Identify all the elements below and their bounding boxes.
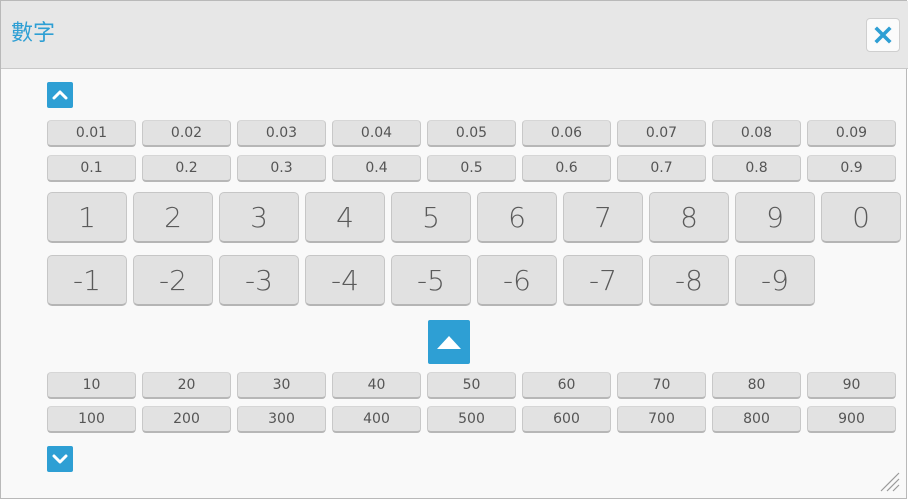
key-0.9[interactable]: 0.9 — [807, 155, 896, 182]
triangle-up-icon — [437, 336, 461, 349]
key-0.06[interactable]: 0.06 — [522, 120, 611, 147]
key-0.1[interactable]: 0.1 — [47, 155, 136, 182]
key-500[interactable]: 500 — [427, 406, 516, 433]
key-20[interactable]: 20 — [142, 372, 231, 399]
key-0.7[interactable]: 0.7 — [617, 155, 706, 182]
key-0.09[interactable]: 0.09 — [807, 120, 896, 147]
key-30[interactable]: 30 — [237, 372, 326, 399]
key-0.5[interactable]: 0.5 — [427, 155, 516, 182]
key-neg-5[interactable]: -5 — [391, 255, 471, 306]
scroll-up-button[interactable] — [47, 82, 73, 108]
hundreds-row: 100 200 300 400 500 600 700 800 900 — [47, 406, 902, 433]
key-neg-1[interactable]: -1 — [47, 255, 127, 306]
key-neg-7[interactable]: -7 — [563, 255, 643, 306]
key-0.04[interactable]: 0.04 — [332, 120, 421, 147]
close-button[interactable] — [866, 18, 900, 52]
key-0.02[interactable]: 0.02 — [142, 120, 231, 147]
key-90[interactable]: 90 — [807, 372, 896, 399]
key-7[interactable]: 7 — [563, 192, 643, 243]
key-0.6[interactable]: 0.6 — [522, 155, 611, 182]
key-1[interactable]: 1 — [47, 192, 127, 243]
key-0[interactable]: 0 — [821, 192, 901, 243]
key-400[interactable]: 400 — [332, 406, 421, 433]
key-0.07[interactable]: 0.07 — [617, 120, 706, 147]
title-bar[interactable]: 數字 — [1, 1, 908, 69]
expand-up-button[interactable] — [428, 320, 470, 364]
key-4[interactable]: 4 — [305, 192, 385, 243]
key-60[interactable]: 60 — [522, 372, 611, 399]
key-70[interactable]: 70 — [617, 372, 706, 399]
key-200[interactable]: 200 — [142, 406, 231, 433]
resize-grip-icon[interactable] — [875, 467, 901, 493]
key-0.2[interactable]: 0.2 — [142, 155, 231, 182]
key-0.4[interactable]: 0.4 — [332, 155, 421, 182]
key-700[interactable]: 700 — [617, 406, 706, 433]
key-800[interactable]: 800 — [712, 406, 801, 433]
tens-row: 10 20 30 40 50 60 70 80 90 — [47, 372, 902, 399]
key-3[interactable]: 3 — [219, 192, 299, 243]
key-0.8[interactable]: 0.8 — [712, 155, 801, 182]
key-300[interactable]: 300 — [237, 406, 326, 433]
key-0.03[interactable]: 0.03 — [237, 120, 326, 147]
key-neg-3[interactable]: -3 — [219, 255, 299, 306]
hundredths-row: 0.01 0.02 0.03 0.04 0.05 0.06 0.07 0.08 … — [47, 120, 902, 147]
key-9[interactable]: 9 — [735, 192, 815, 243]
close-icon — [874, 26, 892, 44]
key-neg-2[interactable]: -2 — [133, 255, 213, 306]
key-2[interactable]: 2 — [133, 192, 213, 243]
negatives-row: -1 -2 -3 -4 -5 -6 -7 -8 -9 — [47, 255, 821, 306]
tenths-row: 0.1 0.2 0.3 0.4 0.5 0.6 0.7 0.8 0.9 — [47, 155, 902, 182]
key-10[interactable]: 10 — [47, 372, 136, 399]
number-picker-dialog: 數字 0.01 0.02 0.03 0.04 0.05 0.06 0.07 0.… — [0, 0, 908, 499]
key-neg-9[interactable]: -9 — [735, 255, 815, 306]
key-0.3[interactable]: 0.3 — [237, 155, 326, 182]
key-8[interactable]: 8 — [649, 192, 729, 243]
chevron-up-icon — [52, 90, 68, 100]
key-40[interactable]: 40 — [332, 372, 421, 399]
key-100[interactable]: 100 — [47, 406, 136, 433]
chevron-down-icon — [52, 454, 68, 464]
key-600[interactable]: 600 — [522, 406, 611, 433]
key-900[interactable]: 900 — [807, 406, 896, 433]
scroll-down-button[interactable] — [47, 446, 73, 472]
digits-row: 1 2 3 4 5 6 7 8 9 0 — [47, 192, 907, 243]
dialog-title: 數字 — [11, 21, 56, 46]
key-5[interactable]: 5 — [391, 192, 471, 243]
key-50[interactable]: 50 — [427, 372, 516, 399]
key-80[interactable]: 80 — [712, 372, 801, 399]
key-6[interactable]: 6 — [477, 192, 557, 243]
key-0.01[interactable]: 0.01 — [47, 120, 136, 147]
key-neg-6[interactable]: -6 — [477, 255, 557, 306]
key-neg-4[interactable]: -4 — [305, 255, 385, 306]
key-0.08[interactable]: 0.08 — [712, 120, 801, 147]
key-neg-8[interactable]: -8 — [649, 255, 729, 306]
key-0.05[interactable]: 0.05 — [427, 120, 516, 147]
